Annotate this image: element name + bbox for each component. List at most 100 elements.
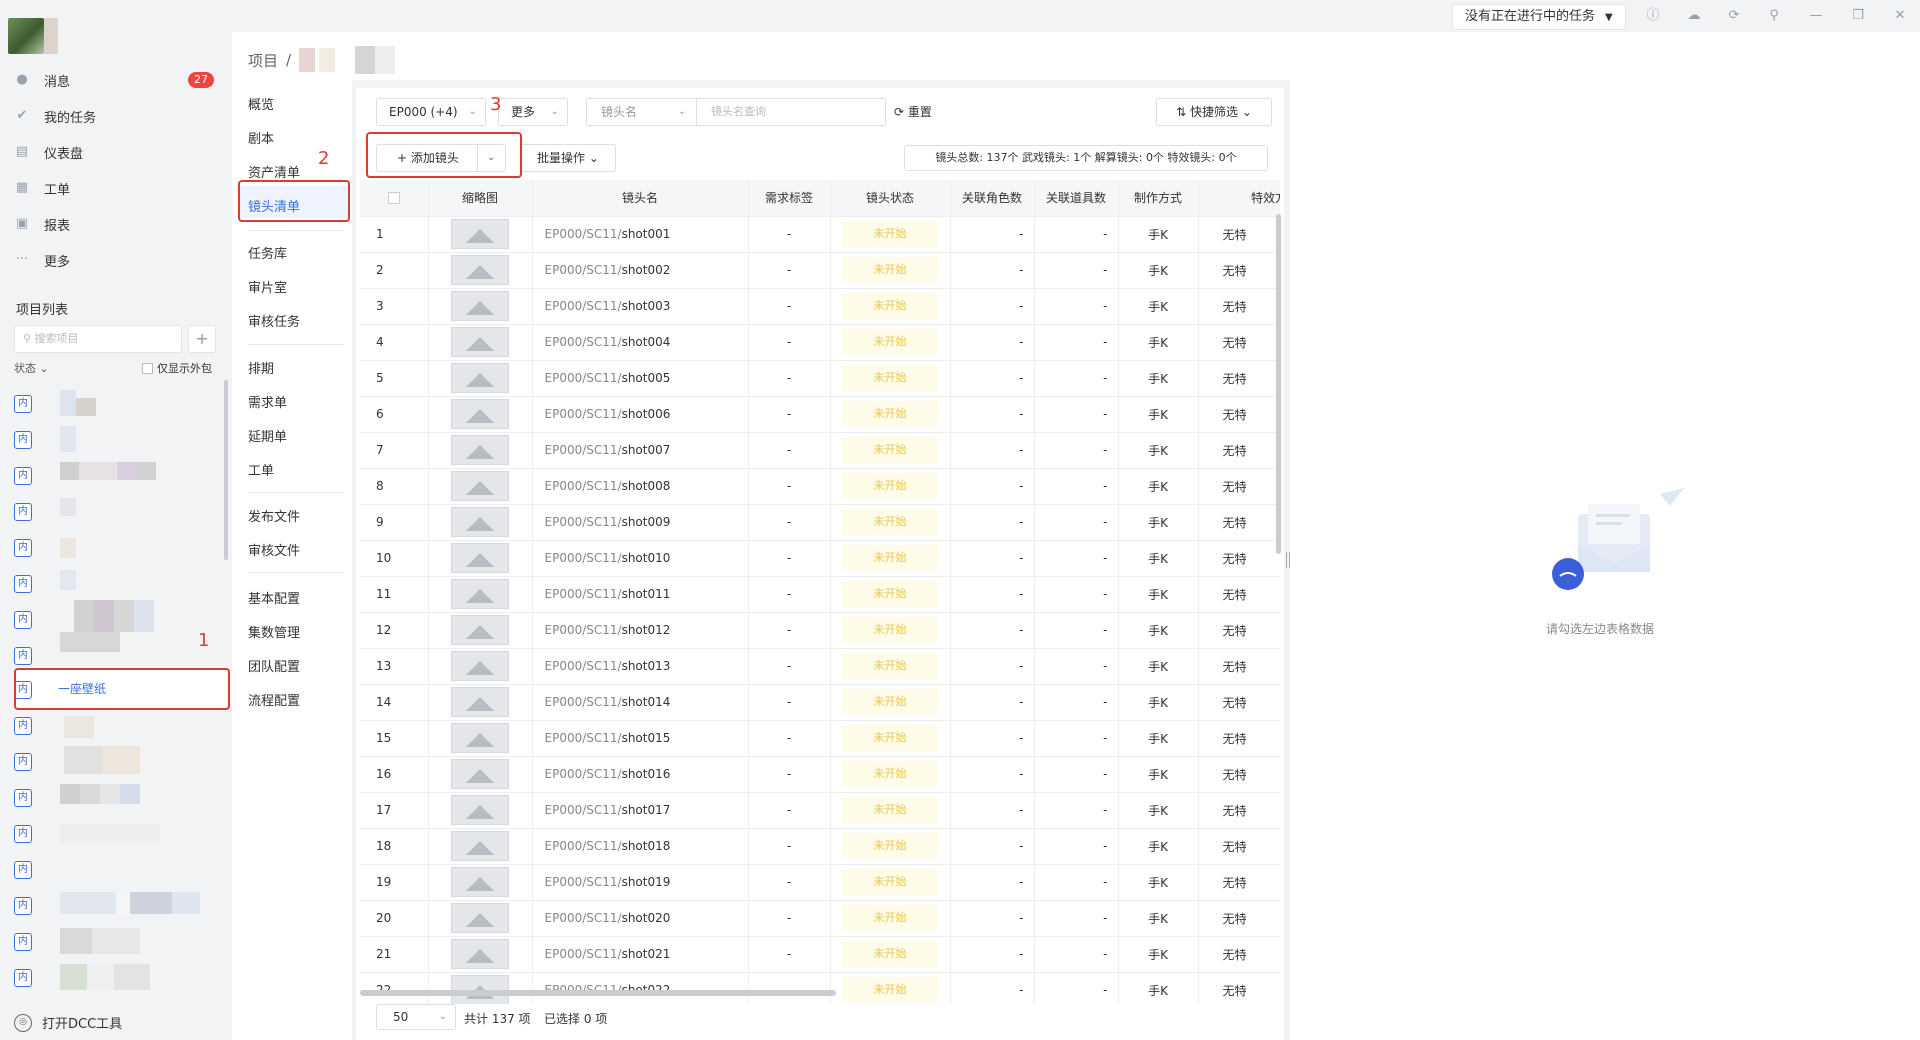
- status-cell[interactable]: 未开始: [830, 936, 951, 973]
- reset-button[interactable]: ⟳ 重置: [894, 98, 932, 126]
- status-cell[interactable]: 未开始: [830, 720, 951, 757]
- subnav-team-config[interactable]: 团队配置: [248, 656, 300, 675]
- status-cell[interactable]: 未开始: [830, 648, 951, 685]
- page-size-select[interactable]: 50 ⌄: [376, 1004, 456, 1030]
- shot-name-cell[interactable]: EP000/SC11/shot019: [532, 864, 749, 901]
- status-cell[interactable]: 未开始: [830, 432, 951, 469]
- restore-icon[interactable]: ❐: [1850, 8, 1866, 24]
- pin-icon[interactable]: ⚲: [1766, 8, 1782, 24]
- status-cell[interactable]: 未开始: [830, 576, 951, 613]
- minimize-icon[interactable]: —: [1808, 8, 1824, 24]
- pane-resize-handle[interactable]: [1286, 552, 1290, 568]
- shot-name-cell[interactable]: EP000/SC11/shot007: [532, 432, 749, 469]
- table-row[interactable]: 11 EP000/SC11/shot011- 未开始 - - 手K 无特: [360, 576, 1280, 613]
- shot-name-cell[interactable]: EP000/SC11/shot009: [532, 504, 749, 541]
- thumbnail-cell[interactable]: [428, 828, 533, 865]
- shot-name-cell[interactable]: EP000/SC11/shot001: [532, 216, 749, 253]
- status-cell[interactable]: 未开始: [830, 684, 951, 721]
- select-all-header[interactable]: [360, 180, 429, 217]
- table-row[interactable]: 19 EP000/SC11/shot019- 未开始 - - 手K 无特: [360, 864, 1280, 901]
- project-search-input[interactable]: ⚲ 搜索项目: [14, 325, 182, 353]
- nav-tickets[interactable]: ▦ 工单: [14, 174, 214, 202]
- project-item[interactable]: 内: [14, 426, 226, 452]
- table-row[interactable]: 15 EP000/SC11/shot015- 未开始 - - 手K 无特: [360, 720, 1280, 757]
- shot-name-cell[interactable]: EP000/SC11/shot005: [532, 360, 749, 397]
- status-cell[interactable]: 未开始: [830, 252, 951, 289]
- quick-filter-button[interactable]: ⇅ 快捷筛选 ⌄: [1156, 98, 1272, 126]
- subnav-requests[interactable]: 需求单: [248, 392, 287, 411]
- more-filter-select[interactable]: 更多 ⌄: [498, 98, 568, 126]
- table-row[interactable]: 22EP000/SC11/shot022-未开始--手K无特: [360, 972, 1280, 1004]
- thumbnail-cell[interactable]: [428, 792, 533, 829]
- thumbnail-cell[interactable]: [428, 720, 533, 757]
- status-cell[interactable]: 未开始: [830, 792, 951, 829]
- col-shot-name[interactable]: 镜头名: [532, 180, 749, 217]
- status-cell[interactable]: 未开始: [830, 396, 951, 433]
- table-row[interactable]: 16 EP000/SC11/shot016- 未开始 - - 手K 无特: [360, 756, 1280, 793]
- table-row[interactable]: 21 EP000/SC11/shot021- 未开始 - - 手K 无特: [360, 936, 1280, 973]
- close-icon[interactable]: ✕: [1892, 8, 1908, 24]
- shot-name-cell[interactable]: EP000/SC11/shot004: [532, 324, 749, 361]
- shot-name-cell[interactable]: EP000/SC11/shot015: [532, 720, 749, 757]
- project-item[interactable]: 内: [14, 600, 226, 632]
- status-cell[interactable]: 未开始: [830, 324, 951, 361]
- table-row[interactable]: 4 EP000/SC11/shot004- 未开始 - - 手K 无特: [360, 324, 1280, 361]
- project-item[interactable]: 内: [14, 632, 226, 668]
- col-prop-count[interactable]: 关联道具数: [1034, 180, 1119, 217]
- table-row[interactable]: 7 EP000/SC11/shot007- 未开始 - - 手K 无特: [360, 432, 1280, 469]
- table-row[interactable]: 5 EP000/SC11/shot005- 未开始 - - 手K 无特: [360, 360, 1280, 397]
- episode-select[interactable]: EP000 (+4) ⌄: [376, 98, 486, 126]
- col-role-count[interactable]: 关联角色数: [950, 180, 1035, 217]
- thumbnail-cell[interactable]: [428, 576, 533, 613]
- project-item[interactable]: 内: [14, 856, 226, 882]
- status-cell[interactable]: 未开始: [830, 468, 951, 505]
- thumbnail-cell[interactable]: [428, 252, 533, 289]
- project-item[interactable]: 内: [14, 498, 226, 524]
- shot-name-cell[interactable]: EP000/SC11/shot010: [532, 540, 749, 577]
- select-all-checkbox[interactable]: [387, 192, 400, 205]
- subnav-assets[interactable]: 资产清单: [248, 162, 300, 181]
- table-horizontal-scrollbar[interactable]: [360, 990, 836, 996]
- subnav-basic-config[interactable]: 基本配置: [248, 588, 300, 607]
- shot-name-cell[interactable]: EP000/SC11/shot016: [532, 756, 749, 793]
- avatar[interactable]: [8, 18, 44, 54]
- project-item[interactable]: 内: [14, 964, 226, 990]
- shot-name-cell[interactable]: EP000/SC11/shot011: [532, 576, 749, 613]
- subnav-flow-config[interactable]: 流程配置: [248, 690, 300, 709]
- table-row[interactable]: 6 EP000/SC11/shot006- 未开始 - - 手K 无特: [360, 396, 1280, 433]
- info-icon[interactable]: ⓘ: [1645, 8, 1661, 24]
- col-fx[interactable]: 特效方: [1198, 180, 1280, 217]
- project-item[interactable]: 内: [14, 390, 226, 416]
- subnav-delays[interactable]: 延期单: [248, 426, 287, 445]
- shot-name-cell[interactable]: EP000/SC11/shot008: [532, 468, 749, 505]
- status-cell[interactable]: 未开始: [830, 828, 951, 865]
- status-cell[interactable]: 未开始: [830, 972, 951, 1004]
- nav-more[interactable]: ··· 更多: [14, 246, 214, 274]
- shot-search-input[interactable]: 镜头名 ⌄ 镜头名查询: [586, 98, 886, 126]
- subnav-script[interactable]: 剧本: [248, 128, 274, 147]
- shot-name-cell[interactable]: EP000/SC11/shot022: [532, 972, 749, 1004]
- nav-reports[interactable]: ▣ 报表: [14, 210, 214, 238]
- thumbnail-cell[interactable]: [428, 324, 533, 361]
- subnav-review-room[interactable]: 审片室: [248, 277, 287, 296]
- shot-name-cell[interactable]: EP000/SC11/shot013: [532, 648, 749, 685]
- thumbnail-cell[interactable]: [428, 756, 533, 793]
- thumbnail-cell[interactable]: [428, 216, 533, 253]
- project-item[interactable]: 内: [14, 712, 226, 738]
- thumbnail-cell[interactable]: [428, 360, 533, 397]
- project-item[interactable]: 内: [14, 820, 226, 846]
- thumbnail-cell[interactable]: [428, 396, 533, 433]
- batch-actions-button[interactable]: 批量操作 ⌄: [520, 144, 616, 172]
- table-row[interactable]: 8 EP000/SC11/shot008- 未开始 - - 手K 无特: [360, 468, 1280, 505]
- table-row[interactable]: 9 EP000/SC11/shot009- 未开始 - - 手K 无特: [360, 504, 1280, 541]
- shot-name-cell[interactable]: EP000/SC11/shot006: [532, 396, 749, 433]
- shot-name-cell[interactable]: EP000/SC11/shot012: [532, 612, 749, 649]
- table-row[interactable]: 14 EP000/SC11/shot014- 未开始 - - 手K 无特: [360, 684, 1280, 721]
- shot-name-cell[interactable]: EP000/SC11/shot014: [532, 684, 749, 721]
- shot-name-cell[interactable]: EP000/SC11/shot021: [532, 936, 749, 973]
- status-cell[interactable]: 未开始: [830, 756, 951, 793]
- col-thumbnail[interactable]: 缩略图: [428, 180, 533, 217]
- shot-name-cell[interactable]: EP000/SC11/shot020: [532, 900, 749, 937]
- thumbnail-cell[interactable]: [428, 540, 533, 577]
- nav-my-tasks[interactable]: ✔ 我的任务: [14, 102, 214, 130]
